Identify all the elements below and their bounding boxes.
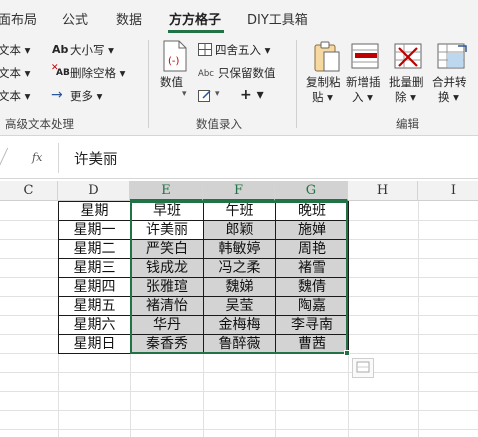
table-cell[interactable]: 星期一 [58,220,131,240]
ribbon-tab-bar: 面布局 公式 数据 方方格子 DIY工具箱 [0,0,478,34]
batch-delete-label-2[interactable]: 除 ▾ [395,90,416,105]
table-cell[interactable]: 星期六 [58,315,131,335]
table-header-cell[interactable]: 午班 [203,201,276,221]
table-header-cell[interactable]: 早班 [130,201,204,221]
table-cell[interactable]: 周艳 [275,239,349,259]
table-cell[interactable]: 华丹 [130,315,204,335]
formula-bar-separator [58,143,59,173]
table-cell[interactable]: 魏娣 [203,277,276,297]
table-cell[interactable]: 褚雪 [275,258,349,278]
quick-analysis-glyph-icon [356,361,370,373]
gridline [0,429,478,430]
column-header-g[interactable]: G [275,181,348,201]
value-document-icon: (-) [163,40,187,72]
table-cell[interactable]: 吴莹 [203,296,276,316]
column-header-i[interactable]: I [418,181,478,201]
column-header-f[interactable]: F [203,181,275,201]
text-menu-2[interactable]: 文本 ▾ [0,66,30,80]
column-header-row: C D E F G H I [0,181,478,201]
active-tab-indicator [168,30,224,33]
table-cell[interactable]: 魏倩 [275,277,349,297]
new-insert-label-1[interactable]: 新增插 [346,75,381,90]
table-header-cell[interactable]: 晚班 [275,201,349,221]
insert-rows-icon [351,43,379,69]
column-header-h[interactable]: H [348,181,418,201]
table-cell[interactable]: 鲁醉薇 [203,334,276,354]
table-cell[interactable]: 郎颖 [203,220,276,240]
column-header-c[interactable]: C [0,181,58,201]
tab-fangfang-gezi[interactable]: 方方格子 [169,9,221,28]
tab-page-layout[interactable]: 面布局 [0,9,37,28]
more-button[interactable]: 更多 ▾ [70,89,102,103]
group-separator [148,40,149,128]
keep-value-button[interactable]: 只保留数值 [218,66,276,80]
table-cell[interactable]: 星期四 [58,277,131,297]
group-label-edit: 编辑 [396,117,419,131]
gridline [418,201,419,437]
copy-paste-label-2[interactable]: 贴 ▾ [312,90,333,105]
table-cell[interactable]: 秦香秀 [130,334,204,354]
clipboard-paste-icon [314,41,340,72]
chevron-down-icon: ▾ [215,89,220,99]
worksheet-grid[interactable]: C D E F G H I 星期 早班 午班 晚班 星期一 许美丽 郎颖 施婵 … [0,181,478,437]
edit-square-icon[interactable] [198,89,212,103]
table-cell[interactable]: 褚清怡 [130,296,204,316]
table-cell[interactable]: 韩敏婷 [203,239,276,259]
column-header-d[interactable]: D [58,181,130,201]
round-icon [198,43,212,56]
new-insert-label-2[interactable]: 入 ▾ [352,90,373,105]
table-cell[interactable]: 陶嘉 [275,296,349,316]
gridline [0,410,478,411]
group-label-text-processing: 高级文本处理 [5,117,74,131]
tab-diy-toolbox[interactable]: DIY工具箱 [247,9,308,28]
chevron-down-icon: ▾ [182,89,187,99]
copy-paste-label-1[interactable]: 复制粘 [306,75,341,90]
merge-convert-label-2[interactable]: 换 ▾ [438,90,459,105]
table-cell[interactable]: 曹茜 [275,334,349,354]
table-header-cell[interactable]: 星期 [58,201,131,221]
delete-space-button[interactable]: 删除空格 ▾ [70,66,125,80]
table-cell[interactable]: 张雅瑄 [130,277,204,297]
text-menu-3[interactable]: 文本 ▾ [0,89,30,103]
tab-formulas[interactable]: 公式 [62,9,88,28]
keep-value-icon: Abc [198,69,214,79]
formula-bar: fx 许美丽 [0,137,478,179]
ribbon: 文本 ▾ 文本 ▾ 文本 ▾ Ab 大小写 ▾ ✕ AB 删除空格 ▾ → 更多… [0,34,478,136]
column-header-e[interactable]: E [130,181,203,201]
group-separator [296,40,297,128]
quick-analysis-icon[interactable] [352,358,374,378]
table-cell[interactable]: 钱成龙 [130,258,204,278]
fill-handle[interactable] [344,350,350,356]
delete-space-icon: AB [56,68,70,78]
table-cell-active[interactable]: 许美丽 [130,220,204,240]
formula-input[interactable]: 许美丽 [74,148,118,169]
value-button[interactable]: 数值 [160,75,183,90]
case-button[interactable]: 大小写 ▾ [70,43,114,57]
svg-text:(-): (-) [168,56,180,67]
text-menu-1[interactable]: 文本 ▾ [0,43,30,57]
batch-delete-icon [394,43,422,69]
arrow-right-icon: → [51,87,63,103]
case-icon: Ab [52,43,69,56]
table-cell[interactable]: 星期五 [58,296,131,316]
merge-convert-label-1[interactable]: 合并转 [432,75,467,90]
round-button[interactable]: 四舍五入 ▾ [215,43,270,57]
formula-bar-divider [0,147,9,167]
gridline [0,372,478,373]
table-cell[interactable]: 李寻南 [275,315,349,335]
table-cell[interactable]: 星期三 [58,258,131,278]
insert-function-icon[interactable]: fx [32,151,42,164]
batch-delete-label-1[interactable]: 批量删 [389,75,424,90]
table-cell[interactable]: 施婵 [275,220,349,240]
gridline [0,391,478,392]
tab-data[interactable]: 数据 [116,9,142,28]
table-cell[interactable]: 严笑白 [130,239,204,259]
table-cell[interactable]: 金梅梅 [203,315,276,335]
merge-convert-icon [437,43,467,69]
table-cell[interactable]: 星期日 [58,334,131,354]
plus-button[interactable]: + ▾ [240,88,264,102]
table-cell[interactable]: 冯之柔 [203,258,276,278]
table-cell[interactable]: 星期二 [58,239,131,259]
group-label-value-entry: 数值录入 [196,117,242,131]
